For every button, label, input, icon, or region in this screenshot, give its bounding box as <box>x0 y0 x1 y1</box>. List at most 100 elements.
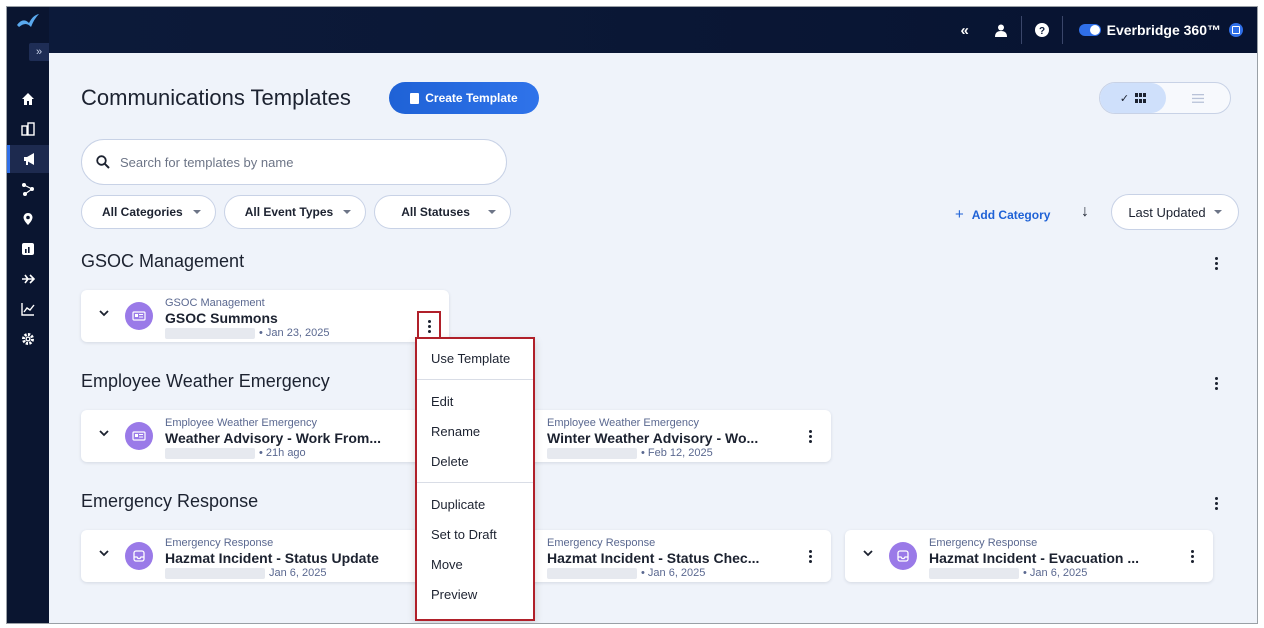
menu-item-delete[interactable]: Delete <box>417 446 533 476</box>
menu-item-rename[interactable]: Rename <box>417 416 533 446</box>
menu-item-duplicate[interactable]: Duplicate <box>417 489 533 519</box>
sort-direction-icon[interactable]: ↓ <box>1081 203 1089 221</box>
list-icon <box>1192 93 1204 103</box>
caret-down-icon <box>343 210 352 214</box>
menu-divider <box>417 482 533 483</box>
analytics-icon[interactable] <box>7 295 49 323</box>
card-meta: • Jan 6, 2025 <box>547 567 705 579</box>
card-meta: • Jan 6, 2025 <box>929 567 1087 579</box>
redacted-author <box>547 447 637 459</box>
card-category: Emergency Response <box>929 537 1038 549</box>
template-card[interactable]: Emergency Response Hazmat Incident - Eva… <box>845 530 1213 582</box>
dashboard-icon[interactable] <box>7 235 49 263</box>
card-title: Hazmat Incident - Evacuation ... <box>929 550 1140 566</box>
card-menu-icon[interactable] <box>422 318 436 334</box>
menu-item-preview[interactable]: Preview <box>417 579 533 609</box>
grid-icon <box>1135 93 1147 103</box>
card-title: GSOC Summons <box>165 310 278 326</box>
top-bar-actions: « ? Everbridge 360™ <box>951 7 1257 53</box>
inbox-icon <box>125 542 153 570</box>
card-date: • Feb 12, 2025 <box>641 447 713 459</box>
event-type-filter[interactable]: All Event Types <box>223 195 367 229</box>
card-menu-icon[interactable] <box>1185 548 1199 564</box>
id-card-icon <box>125 422 153 450</box>
chevron-down-icon[interactable] <box>99 546 109 560</box>
divider <box>1020 16 1022 44</box>
flow-icon[interactable] <box>7 265 49 293</box>
card-menu-icon[interactable] <box>803 428 817 444</box>
menu-item-use-template[interactable]: Use Template <box>417 343 533 373</box>
megaphone-icon[interactable] <box>7 145 49 173</box>
card-meta: • Feb 12, 2025 <box>547 447 713 459</box>
card-menu-icon[interactable] <box>803 548 817 564</box>
context-menu: Use Template Edit Rename Delete Duplicat… <box>415 337 535 621</box>
caret-down-icon <box>192 210 201 214</box>
sort-select[interactable]: Last Updated <box>1111 194 1239 230</box>
location-pin-icon[interactable] <box>7 205 49 233</box>
add-category-button[interactable]: + Add Category <box>955 206 1050 223</box>
brand-name: Everbridge 360™ <box>1106 22 1221 38</box>
home-icon[interactable] <box>7 85 49 113</box>
id-card-icon <box>125 302 153 330</box>
card-title: Winter Weather Advisory - Wo... <box>547 430 759 446</box>
divider <box>1061 16 1063 44</box>
expand-sidebar-button[interactable]: » <box>29 43 49 61</box>
menu-item-edit[interactable]: Edit <box>417 386 533 416</box>
workflow-icon[interactable] <box>7 175 49 203</box>
card-title: Weather Advisory - Work From... <box>165 430 382 446</box>
filter-bar: All Categories All Event Types All Statu… <box>81 195 511 229</box>
card-meta: • 21h ago <box>165 447 306 459</box>
section-title: Employee Weather Emergency <box>81 371 330 391</box>
section-menu-icon[interactable] <box>1209 375 1223 391</box>
redacted-author <box>547 567 637 579</box>
redacted-author <box>165 447 255 459</box>
template-card[interactable]: Employee Weather Emergency Weather Advis… <box>81 410 449 462</box>
section-menu-icon[interactable] <box>1209 255 1223 271</box>
section-menu-icon[interactable] <box>1209 495 1223 511</box>
buildings-icon[interactable] <box>7 115 49 143</box>
caret-down-icon <box>1213 210 1222 214</box>
settings-icon[interactable] <box>7 325 49 353</box>
card-date: Jan 6, 2025 <box>269 567 327 579</box>
redacted-author <box>929 567 1019 579</box>
category-filter[interactable]: All Categories <box>81 195 216 229</box>
chevron-down-icon[interactable] <box>99 306 109 320</box>
card-category: Employee Weather Emergency <box>165 417 318 429</box>
chevron-down-icon[interactable] <box>863 546 873 560</box>
document-icon <box>410 92 420 104</box>
card-category: Emergency Response <box>547 537 656 549</box>
search-bar <box>81 139 507 185</box>
template-card[interactable]: Emergency Response Hazmat Incident - Sta… <box>81 530 449 582</box>
redacted-author <box>165 567 265 579</box>
chevron-down-icon[interactable] <box>99 426 109 440</box>
card-menu-trigger[interactable] <box>417 311 441 337</box>
user-icon[interactable] <box>987 16 1015 44</box>
card-date: • Jan 6, 2025 <box>641 567 706 579</box>
main-content: Communications Templates Create Template… <box>49 53 1257 623</box>
create-template-button[interactable]: Create Template <box>389 82 539 114</box>
menu-item-move[interactable]: Move <box>417 549 533 579</box>
section-title: GSOC Management <box>81 251 245 271</box>
sort-label: Last Updated <box>1128 204 1206 220</box>
status-filter[interactable]: All Statuses <box>374 195 511 229</box>
redacted-author <box>165 327 255 339</box>
search-input[interactable] <box>120 154 480 170</box>
grid-view-button[interactable]: ✓ <box>1100 83 1166 113</box>
everbridge-logo-icon[interactable] <box>15 11 41 37</box>
search-icon <box>96 155 110 169</box>
list-view-button[interactable] <box>1166 83 1230 113</box>
inbox-icon <box>889 542 917 570</box>
card-title: Hazmat Incident - Status Chec... <box>547 550 760 566</box>
card-meta: • Jan 23, 2025 <box>165 327 330 339</box>
section-title: Emergency Response <box>81 491 259 511</box>
card-category: Employee Weather Emergency <box>547 417 700 429</box>
product-toggle[interactable] <box>1078 24 1101 36</box>
page-title: Communications Templates <box>81 85 351 110</box>
template-card[interactable]: GSOC Management GSOC Summons • Jan 23, 2… <box>81 290 449 342</box>
collapse-icon[interactable]: « <box>951 16 979 44</box>
help-icon[interactable]: ? <box>1028 16 1056 44</box>
check-icon: ✓ <box>1119 92 1130 105</box>
brand-menu-icon[interactable] <box>1229 23 1243 37</box>
menu-item-set-to-draft[interactable]: Set to Draft <box>417 519 533 549</box>
card-date: • Jan 23, 2025 <box>259 327 330 339</box>
